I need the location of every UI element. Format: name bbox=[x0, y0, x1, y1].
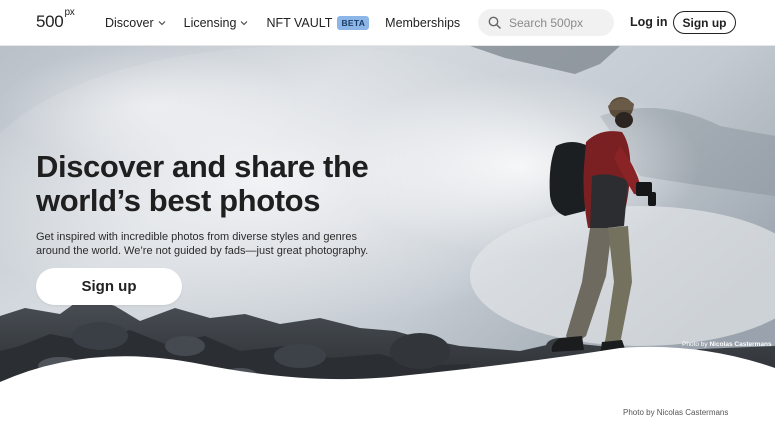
main-nav: Discover Licensing NFT VAULT BETA Member… bbox=[105, 0, 460, 46]
hero-subtext-line-2: around the world. We’re not guided by fa… bbox=[36, 245, 369, 257]
hero-headline: Discover and share the world’s best phot… bbox=[36, 150, 456, 218]
photo-credit-overlay-name[interactable]: Nicolas Castermans bbox=[709, 341, 771, 348]
top-navigation-bar: 500px Discover Licensing NFT VAULT BETA … bbox=[0, 0, 775, 46]
photo-credit-caption: Photo by Nicolas Castermans bbox=[623, 408, 729, 417]
search-bar[interactable] bbox=[478, 9, 614, 36]
search-input[interactable] bbox=[509, 15, 609, 30]
search-icon bbox=[488, 16, 501, 29]
chevron-down-icon bbox=[158, 21, 166, 26]
nav-memberships[interactable]: Memberships bbox=[385, 16, 460, 30]
logo-text: 500 bbox=[36, 12, 64, 31]
nav-memberships-label: Memberships bbox=[385, 16, 461, 30]
hero-section: Discover and share the world’s best phot… bbox=[0, 46, 775, 428]
hero-signup-button[interactable]: Sign up bbox=[36, 268, 182, 305]
nav-licensing[interactable]: Licensing bbox=[184, 16, 249, 30]
hero-headline-line-1: Discover and share the bbox=[36, 149, 369, 184]
nav-nft-vault[interactable]: NFT VAULT BETA bbox=[266, 16, 370, 30]
hero-headline-line-2: world’s best photos bbox=[36, 183, 321, 218]
logo[interactable]: 500px bbox=[36, 7, 75, 32]
photo-credit-overlay-prefix: Photo by bbox=[682, 341, 710, 348]
logo-sup: px bbox=[64, 7, 75, 19]
hero-subtext: Get inspired with incredible photos from… bbox=[36, 230, 416, 258]
nav-discover-label: Discover bbox=[105, 16, 154, 30]
nav-nft-vault-label: NFT VAULT bbox=[266, 16, 333, 30]
nav-licensing-label: Licensing bbox=[183, 16, 237, 30]
hero-subtext-line-1: Get inspired with incredible photos from… bbox=[36, 231, 357, 243]
chevron-down-icon bbox=[241, 21, 248, 26]
header-signup-button[interactable]: Sign up bbox=[673, 11, 736, 34]
beta-badge: BETA bbox=[337, 16, 370, 30]
photo-credit-overlay: Photo by Nicolas Castermans bbox=[682, 341, 772, 348]
nav-discover[interactable]: Discover bbox=[105, 16, 166, 30]
login-link[interactable]: Log in bbox=[630, 15, 668, 29]
